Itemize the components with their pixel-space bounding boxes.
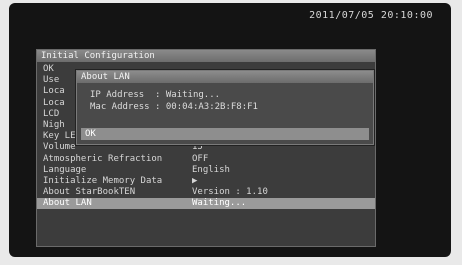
mac-address-line: Mac Address : 00:04:A3:2B:F8:F1	[90, 102, 258, 112]
row-label: About StarBookTEN	[43, 187, 136, 198]
row-value: English	[192, 164, 230, 175]
row-value: OFF	[192, 153, 209, 164]
settings-row-language[interactable]: Language English	[37, 165, 375, 176]
row-label: Volume	[43, 142, 76, 153]
row-label: LCD	[43, 108, 60, 119]
ok-button[interactable]: OK	[81, 128, 369, 140]
about-lan-dialog: About LAN IP Address : Waiting... Mac Ad…	[76, 70, 374, 145]
row-label: Atmospheric Refraction	[43, 153, 163, 164]
device-screen: 2011/07/05 20:10:00 Initial Configuratio…	[9, 3, 451, 257]
datetime-display: 2011/07/05 20:10:00	[309, 10, 433, 21]
row-value: Waiting...	[192, 198, 247, 209]
row-label: About LAN	[43, 198, 92, 209]
row-value: Version : 1.10	[192, 187, 268, 198]
row-label: OK	[43, 64, 54, 74]
row-label: Loca	[43, 97, 65, 108]
row-label: Language	[43, 164, 87, 175]
row-label: Use	[43, 75, 60, 86]
dialog-title: About LAN	[77, 71, 373, 83]
play-arrow-icon: ▶	[192, 175, 198, 186]
settings-row-about-lan[interactable]: About LAN Waiting...	[37, 198, 375, 210]
ip-address-line: IP Address : Waiting...	[90, 90, 221, 100]
row-label: Loca	[43, 86, 65, 97]
row-label: Nigh	[43, 119, 65, 130]
panel-title: Initial Configuration	[37, 50, 375, 62]
settings-row-initialize-memory-data[interactable]: Initialize Memory Data ▶	[37, 176, 375, 187]
row-label: Initialize Memory Data	[43, 175, 163, 186]
settings-row-atmospheric-refraction[interactable]: Atmospheric Refraction OFF	[37, 154, 375, 165]
settings-row-about-starbookten[interactable]: About StarBookTEN Version : 1.10	[37, 187, 375, 198]
